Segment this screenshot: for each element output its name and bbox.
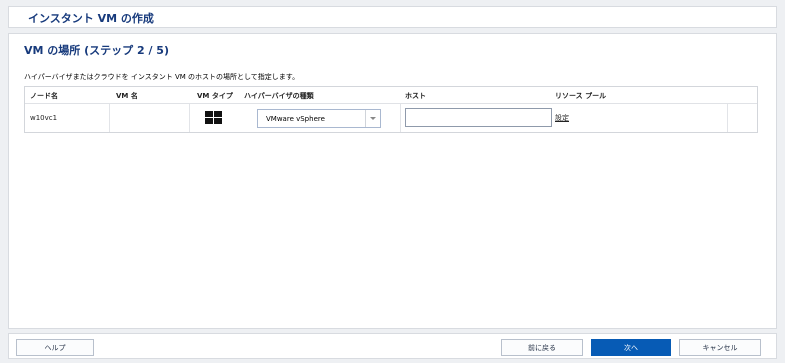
step-title: VM の場所 (ステップ 2 / 5) <box>24 44 169 57</box>
main-panel: VM の場所 (ステップ 2 / 5) ハイパーバイザまたはクラウドを インスタ… <box>8 33 777 329</box>
back-button[interactable]: 前に戻る <box>501 339 583 356</box>
grid-header: ノード名 VM 名 VM タイプ ハイパーバイザの種類 ホスト リソース プール <box>25 87 757 104</box>
window-title: インスタント VM の作成 <box>28 12 154 25</box>
vm-location-grid: ノード名 VM 名 VM タイプ ハイパーバイザの種類 ホスト リソース プール… <box>24 86 758 133</box>
column-header-resource-pool[interactable]: リソース プール <box>555 91 606 101</box>
title-bar: インスタント VM の作成 <box>8 6 777 28</box>
chevron-down-icon <box>370 117 376 120</box>
host-input[interactable] <box>405 108 552 127</box>
resource-pool-settings-link[interactable]: 設定 <box>555 113 569 123</box>
column-header-host[interactable]: ホスト <box>405 91 426 101</box>
column-divider <box>400 104 401 132</box>
dropdown-toggle[interactable] <box>365 110 380 127</box>
help-button[interactable]: ヘルプ <box>16 339 94 356</box>
column-header-vm-name[interactable]: VM 名 <box>116 91 138 101</box>
hypervisor-type-dropdown[interactable]: VMware vSphere <box>257 109 381 128</box>
column-header-node-name[interactable]: ノード名 <box>30 91 58 101</box>
footer-bar: ヘルプ 前に戻る 次へ キャンセル <box>8 333 777 359</box>
cancel-button[interactable]: キャンセル <box>679 339 761 356</box>
instruction-text: ハイパーバイザまたはクラウドを インスタント VM のホストの場所として指定しま… <box>24 73 300 81</box>
column-divider <box>189 104 190 132</box>
column-divider <box>727 104 728 132</box>
node-name-cell: w10vc1 <box>30 114 58 122</box>
hypervisor-type-value: VMware vSphere <box>266 115 325 123</box>
next-button[interactable]: 次へ <box>591 339 671 356</box>
column-header-hypervisor-type[interactable]: ハイパーバイザの種類 <box>244 91 314 101</box>
table-row[interactable]: w10vc1 VMware vSphere 設定 <box>25 104 757 132</box>
column-divider <box>109 104 110 132</box>
column-header-vm-type[interactable]: VM タイプ <box>197 91 233 101</box>
windows-icon <box>205 111 222 124</box>
